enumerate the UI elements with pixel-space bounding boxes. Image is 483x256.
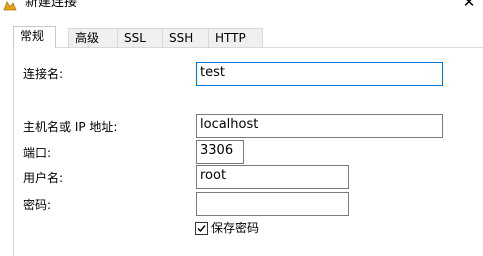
tab-label: SSL	[124, 31, 146, 45]
window-title: 新建连接	[25, 0, 78, 10]
save-password-checkbox[interactable]	[195, 222, 208, 235]
password-label: 密码:	[23, 198, 52, 212]
tab-label: HTTP	[215, 31, 246, 45]
tab-label: 常规	[20, 29, 45, 43]
port-input[interactable]: 3306	[196, 140, 244, 164]
tab-advanced[interactable]: 高级	[68, 28, 118, 47]
username-label: 用户名:	[23, 171, 64, 185]
port-label: 端口:	[23, 146, 52, 160]
save-password-label[interactable]: 保存密码	[211, 221, 259, 236]
tab-ssh[interactable]: SSH	[162, 28, 209, 47]
host-label: 主机名或 IP 地址:	[23, 120, 118, 134]
title-bar: 新建连接 ✕	[0, 0, 483, 22]
password-input[interactable]	[196, 192, 349, 216]
connection-name-label: 连接名:	[23, 67, 64, 81]
tab-ssl[interactable]: SSL	[117, 28, 163, 47]
tab-general[interactable]: 常规	[13, 26, 56, 48]
tab-label: SSH	[169, 31, 194, 45]
checkmark-icon	[197, 225, 206, 233]
host-input[interactable]: localhost	[196, 114, 443, 138]
tab-label: 高级	[75, 31, 100, 45]
connection-name-input[interactable]: test	[196, 62, 443, 86]
close-button[interactable]: ✕	[455, 0, 483, 12]
new-connection-dialog: 新建连接 ✕ 连接名: test 主机名或 IP 地址: localhost 端…	[0, 0, 483, 256]
username-input[interactable]: root	[196, 165, 349, 189]
connection-icon	[3, 0, 17, 11]
tab-http[interactable]: HTTP	[208, 28, 263, 47]
